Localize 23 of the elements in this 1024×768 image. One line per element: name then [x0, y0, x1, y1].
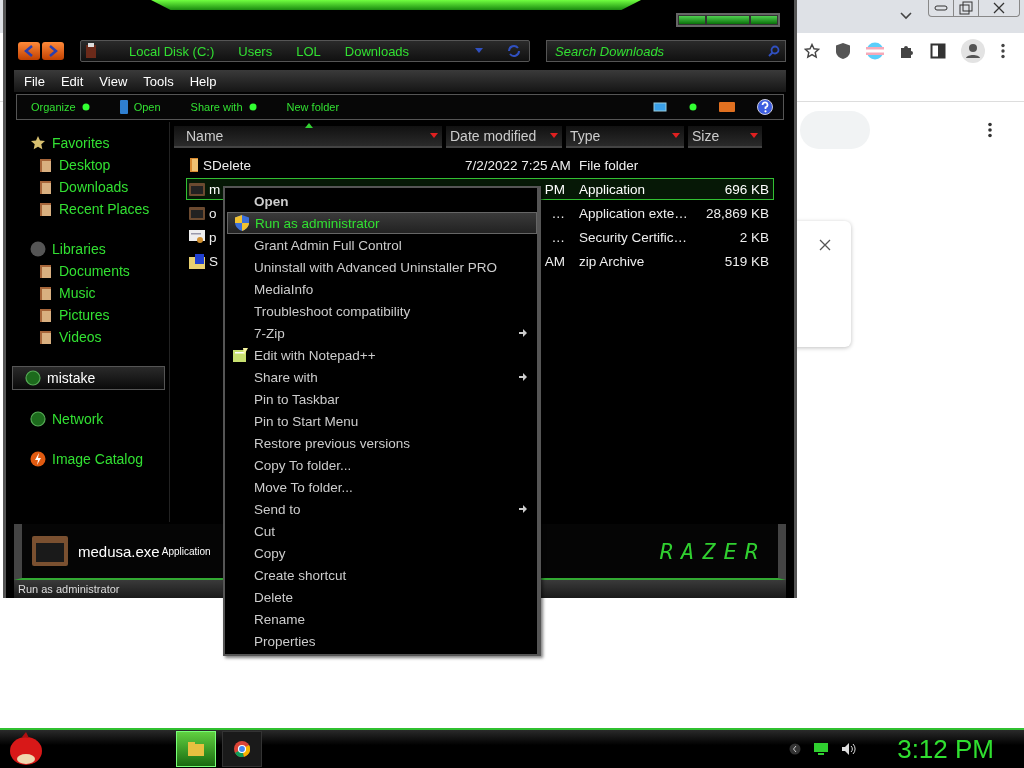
- type-cell: Application: [579, 181, 646, 197]
- file-name: medusa.exe: [78, 542, 160, 560]
- file-name: m: [209, 181, 221, 197]
- date-cell: …: [551, 229, 565, 245]
- date-cell: PM: [544, 181, 565, 197]
- size-cell: 696 KB: [724, 181, 769, 197]
- file-type: Application: [161, 545, 211, 557]
- status-text: Run as administrator: [18, 583, 120, 595]
- type-cell: Application exte…: [579, 205, 688, 221]
- date-cell: 7/2/2022 7:25 AM: [465, 157, 571, 173]
- type-cell: zip Archive: [579, 253, 645, 269]
- type-cell: Security Certific…: [579, 229, 688, 245]
- file-name: p: [209, 229, 217, 245]
- date-cell: AM: [544, 253, 565, 269]
- size-cell: 28,869 KB: [705, 205, 769, 221]
- type-cell: File folder: [579, 157, 639, 173]
- file-name: S: [209, 253, 218, 269]
- date-cell: …: [551, 205, 565, 221]
- file-name: o: [209, 205, 217, 221]
- brand-logo: RAZER: [659, 538, 766, 564]
- size-cell: 2 KB: [739, 229, 769, 245]
- file-name: SDelete: [203, 157, 252, 173]
- size-cell: 519 KB: [724, 253, 769, 269]
